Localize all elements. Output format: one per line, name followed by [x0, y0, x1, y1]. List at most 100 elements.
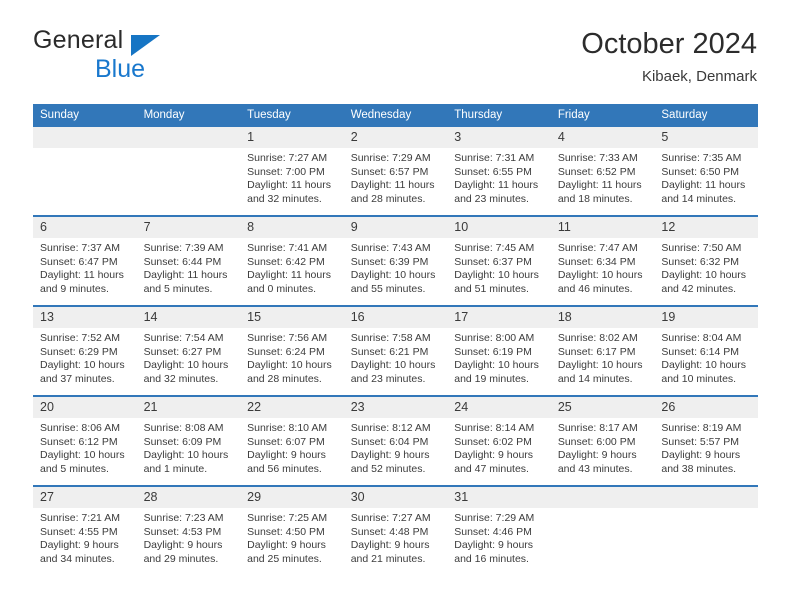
- calendar-day-cell[interactable]: 27 Sunrise: 7:21 AM Sunset: 4:55 PM Dayligh…: [33, 485, 137, 575]
- calendar-day-cell[interactable]: 5 Sunrise: 7:35 AM Sunset: 6:50 PM Daylight…: [654, 127, 758, 216]
- sunset-text: Sunset: 6:04 PM: [350, 435, 429, 448]
- calendar-day-cell[interactable]: 29 Sunrise: 7:25 AM Sunset: 4:50 PM Dayligh…: [240, 485, 344, 575]
- sunset-text: Sunset: 6:09 PM: [143, 435, 222, 448]
- daylight-text-line2: and 32 minutes.: [247, 192, 322, 205]
- sunset-text: Sunset: 6:21 PM: [350, 345, 429, 358]
- daylight-text-line2: and 42 minutes.: [661, 282, 737, 295]
- sunset-text: Sunset: 4:48 PM: [350, 525, 429, 538]
- daylight-text-line1: Daylight: 9 hours: [557, 449, 637, 462]
- day-details: Sunrise: 7:29 AM Sunset: 4:46 PM Daylight:…: [447, 508, 551, 566]
- sunrise-text: Sunrise: 7:56 AM: [247, 332, 328, 344]
- daylight-text-line1: Daylight: 9 hours: [247, 539, 326, 552]
- calendar-day-cell[interactable]: 11 Sunrise: 7:47 AM Sunset: 6:34 PM Dayligh…: [550, 215, 655, 306]
- calendar-day-cell[interactable]: 22 Sunrise: 8:10 AM Sunset: 6:07 PM Dayligh…: [240, 395, 344, 486]
- calendar-day-cell[interactable]: 14 Sunrise: 7:54 AM Sunset: 6:27 PM Dayligh…: [136, 305, 241, 396]
- sunset-text: Sunset: 6:14 PM: [661, 345, 740, 358]
- calendar-day-cell[interactable]: 26 Sunrise: 8:19 AM Sunset: 5:57 PM Dayligh…: [654, 395, 758, 486]
- weekday-header-friday: Friday: [550, 104, 655, 127]
- daylight-text-line2: and 10 minutes.: [661, 372, 737, 385]
- day-number: 20: [33, 397, 137, 418]
- sunset-text: Sunset: 6:57 PM: [350, 165, 429, 178]
- calendar-day-cell[interactable]: 28 Sunrise: 7:23 AM Sunset: 4:53 PM Dayligh…: [136, 485, 241, 575]
- day-details: Sunrise: 7:56 AM Sunset: 6:24 PM Daylight:…: [240, 328, 344, 386]
- day-details: Sunrise: 7:43 AM Sunset: 6:39 PM Daylight:…: [344, 238, 448, 296]
- day-number: [550, 487, 655, 508]
- day-details: Sunrise: 8:00 AM Sunset: 6:19 PM Daylight:…: [447, 328, 551, 386]
- calendar-day-cell[interactable]: 18 Sunrise: 8:02 AM Sunset: 6:17 PM Dayligh…: [550, 305, 655, 396]
- day-details: Sunrise: 7:58 AM Sunset: 6:21 PM Daylight:…: [344, 328, 448, 386]
- sunrise-text: Sunrise: 7:43 AM: [350, 242, 431, 254]
- calendar-day-cell[interactable]: 8 Sunrise: 7:41 AM Sunset: 6:42 PM Daylight…: [240, 215, 344, 306]
- sunrise-text: Sunrise: 7:31 AM: [454, 152, 535, 164]
- calendar-day-cell[interactable]: 23 Sunrise: 8:12 AM Sunset: 6:04 PM Dayligh…: [343, 395, 448, 486]
- day-number: 3: [447, 127, 551, 148]
- day-number: 24: [447, 397, 551, 418]
- calendar-body: 1 Sunrise: 7:27 AM Sunset: 7:00 PM Daylight…: [33, 127, 758, 575]
- daylight-text-line1: Daylight: 10 hours: [557, 359, 643, 372]
- day-number: 28: [136, 487, 241, 508]
- calendar-day-cell[interactable]: 10 Sunrise: 7:45 AM Sunset: 6:37 PM Dayligh…: [447, 215, 551, 306]
- daylight-text-line2: and 14 minutes.: [661, 192, 737, 205]
- sunrise-text: Sunrise: 8:08 AM: [143, 422, 224, 434]
- sunset-text: Sunset: 6:00 PM: [557, 435, 636, 448]
- sunrise-text: Sunrise: 7:41 AM: [247, 242, 328, 254]
- calendar-day-cell[interactable]: 12 Sunrise: 7:50 AM Sunset: 6:32 PM Dayligh…: [654, 215, 758, 306]
- calendar-day-cell[interactable]: 17 Sunrise: 8:00 AM Sunset: 6:19 PM Dayligh…: [447, 305, 551, 396]
- daylight-text-line1: Daylight: 10 hours: [454, 269, 539, 282]
- calendar-day-cell[interactable]: 25 Sunrise: 8:17 AM Sunset: 6:00 PM Dayligh…: [550, 395, 655, 486]
- sunset-text: Sunset: 5:57 PM: [661, 435, 740, 448]
- sunset-text: Sunset: 6:47 PM: [40, 255, 118, 268]
- day-number: [136, 127, 241, 148]
- day-number: 27: [33, 487, 137, 508]
- title-block: October 2024 Kibaek, Denmark: [581, 26, 757, 88]
- daylight-text-line2: and 5 minutes.: [40, 462, 109, 475]
- day-details: Sunrise: 8:17 AM Sunset: 6:00 PM Daylight:…: [551, 418, 655, 476]
- sunrise-text: Sunrise: 8:19 AM: [661, 422, 742, 434]
- calendar-day-cell[interactable]: 13 Sunrise: 7:52 AM Sunset: 6:29 PM Dayligh…: [33, 305, 137, 396]
- daylight-text-line2: and 23 minutes.: [454, 192, 529, 205]
- day-details: Sunrise: 8:04 AM Sunset: 6:14 PM Daylight:…: [654, 328, 758, 386]
- sunrise-text: Sunrise: 7:23 AM: [143, 512, 224, 524]
- calendar-day-cell-empty: [33, 127, 137, 216]
- calendar-day-cell[interactable]: 30 Sunrise: 7:27 AM Sunset: 4:48 PM Dayligh…: [343, 485, 448, 575]
- day-details: Sunrise: 7:54 AM Sunset: 6:27 PM Daylight:…: [137, 328, 241, 386]
- day-number: 10: [447, 217, 551, 238]
- calendar-day-cell[interactable]: 31 Sunrise: 7:29 AM Sunset: 4:46 PM Dayligh…: [447, 485, 551, 575]
- calendar-day-cell[interactable]: 1 Sunrise: 7:27 AM Sunset: 7:00 PM Daylight…: [240, 127, 344, 216]
- calendar-day-cell[interactable]: 19 Sunrise: 8:04 AM Sunset: 6:14 PM Dayligh…: [654, 305, 758, 396]
- daylight-text-line2: and 21 minutes.: [350, 552, 426, 565]
- page-header: General Blue October 2024 Kibaek, Denmar…: [33, 26, 757, 96]
- day-number: 21: [136, 397, 241, 418]
- logo-text-blue: Blue: [95, 55, 146, 83]
- daylight-text-line1: Daylight: 10 hours: [661, 269, 747, 282]
- day-number: 26: [654, 397, 758, 418]
- calendar-day-cell[interactable]: 16 Sunrise: 7:58 AM Sunset: 6:21 PM Dayligh…: [343, 305, 448, 396]
- sunrise-text: Sunrise: 7:33 AM: [557, 152, 638, 164]
- sunset-text: Sunset: 6:55 PM: [454, 165, 532, 178]
- daylight-text-line2: and 25 minutes.: [247, 552, 322, 565]
- calendar-day-cell[interactable]: 3 Sunrise: 7:31 AM Sunset: 6:55 PM Daylight…: [447, 127, 551, 216]
- day-number: 15: [240, 307, 344, 328]
- daylight-text-line1: Daylight: 10 hours: [143, 359, 229, 372]
- daylight-text-line2: and 38 minutes.: [661, 462, 737, 475]
- daylight-text-line1: Daylight: 11 hours: [661, 179, 746, 192]
- general-blue-logo[interactable]: General Blue: [33, 26, 253, 88]
- calendar-day-cell[interactable]: 4 Sunrise: 7:33 AM Sunset: 6:52 PM Daylight…: [550, 127, 655, 216]
- calendar-week-row: 1 Sunrise: 7:27 AM Sunset: 7:00 PM Daylight…: [33, 127, 758, 216]
- daylight-text-line1: Daylight: 10 hours: [350, 269, 436, 282]
- calendar-day-cell[interactable]: 6 Sunrise: 7:37 AM Sunset: 6:47 PM Daylight…: [33, 215, 137, 306]
- calendar-day-cell[interactable]: 2 Sunrise: 7:29 AM Sunset: 6:57 PM Daylight…: [343, 127, 448, 216]
- calendar-day-cell[interactable]: 21 Sunrise: 8:08 AM Sunset: 6:09 PM Dayligh…: [136, 395, 241, 486]
- sunrise-text: Sunrise: 7:25 AM: [247, 512, 328, 524]
- calendar-day-cell[interactable]: 15 Sunrise: 7:56 AM Sunset: 6:24 PM Dayligh…: [240, 305, 344, 396]
- day-details: Sunrise: 7:25 AM Sunset: 4:50 PM Daylight:…: [240, 508, 344, 566]
- calendar-day-cell[interactable]: 24 Sunrise: 8:14 AM Sunset: 6:02 PM Dayligh…: [447, 395, 551, 486]
- calendar-day-cell[interactable]: 9 Sunrise: 7:43 AM Sunset: 6:39 PM Daylight…: [343, 215, 448, 306]
- daylight-text-line2: and 51 minutes.: [454, 282, 529, 295]
- sunrise-text: Sunrise: 7:54 AM: [143, 332, 224, 344]
- sunset-text: Sunset: 6:44 PM: [143, 255, 222, 268]
- weekday-header-sunday: Sunday: [33, 104, 137, 127]
- calendar-day-cell[interactable]: 20 Sunrise: 8:06 AM Sunset: 6:12 PM Dayligh…: [33, 395, 137, 486]
- day-details: Sunrise: 8:08 AM Sunset: 6:09 PM Daylight:…: [137, 418, 241, 476]
- calendar-day-cell[interactable]: 7 Sunrise: 7:39 AM Sunset: 6:44 PM Daylight…: [136, 215, 241, 306]
